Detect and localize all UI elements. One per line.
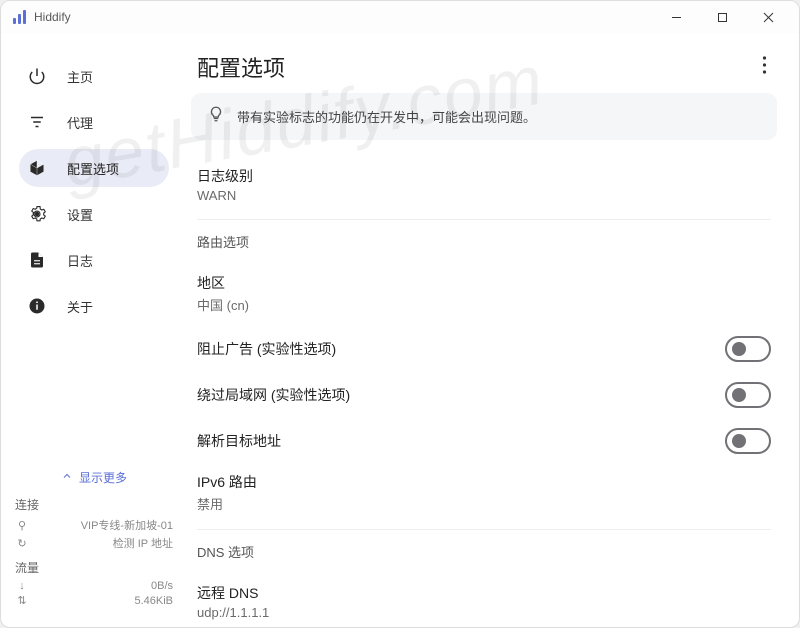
bypass-lan-row[interactable]: 绕过局域网 (实验性选项) — [197, 372, 771, 418]
download-icon: ↓ — [15, 580, 29, 592]
resolve-dest-row[interactable]: 解析目标地址 — [197, 418, 771, 464]
down-speed-value: 0B/s — [151, 580, 173, 592]
sidebar-item-label: 关于 — [67, 297, 93, 316]
titlebar: Hiddify — [1, 1, 799, 33]
sidebar-item-about[interactable]: 关于 — [19, 287, 169, 325]
show-more-label: 显示更多 — [79, 469, 127, 486]
remote-dns-value: udp://1.1.1.1 — [197, 605, 771, 620]
connection-line-value: VIP专线-新加坡-01 — [81, 517, 173, 533]
filter-icon — [27, 112, 47, 132]
traffic-section-label: 流量 — [15, 559, 173, 576]
more-menu-button[interactable] — [758, 52, 771, 83]
window-controls — [661, 3, 787, 31]
close-button[interactable] — [753, 3, 783, 31]
sidebar-item-settings[interactable]: 设置 — [19, 195, 169, 233]
chevron-up-icon — [61, 470, 73, 485]
power-icon — [27, 66, 47, 86]
ipv6-route-value: 禁用 — [197, 494, 771, 513]
body: 主页 代理 配置选项 设置 日志 — [1, 33, 799, 627]
sidebar-item-config[interactable]: 配置选项 — [19, 149, 169, 187]
connection-line-row: ⚲ VIP专线-新加坡-01 — [15, 517, 173, 533]
document-icon — [27, 250, 47, 270]
sidebar-item-home[interactable]: 主页 — [19, 57, 169, 95]
bypass-lan-label: 绕过局域网 (实验性选项) — [197, 385, 725, 405]
sidebar-item-proxy[interactable]: 代理 — [19, 103, 169, 141]
divider — [197, 219, 771, 220]
app-logo-icon — [13, 10, 26, 24]
resolve-dest-switch[interactable] — [725, 428, 771, 454]
lightbulb-icon — [207, 105, 225, 128]
sidebar-item-label: 代理 — [67, 113, 93, 132]
header-row: 配置选项 — [191, 51, 777, 93]
region-label: 地区 — [197, 273, 771, 293]
dns-section-title: DNS 选项 — [197, 542, 771, 575]
maximize-button[interactable] — [707, 3, 737, 31]
divider — [197, 529, 771, 530]
block-ads-switch[interactable] — [725, 336, 771, 362]
info-icon — [27, 296, 47, 316]
sidebar-status: 显示更多 连接 ⚲ VIP专线-新加坡-01 ↻ 检测 IP 地址 流量 ↓ 0… — [1, 455, 187, 627]
block-ads-label: 阻止广告 (实验性选项) — [197, 339, 725, 359]
main-content: 配置选项 带有实验标志的功能仍在开发中，可能会出现问题。 日志级别 WARN 路… — [187, 33, 799, 627]
link-icon: ⚲ — [15, 519, 29, 532]
log-level-label: 日志级别 — [197, 166, 771, 186]
resolve-dest-label: 解析目标地址 — [197, 431, 725, 451]
down-speed-row: ↓ 0B/s — [15, 580, 173, 592]
total-traffic-row: ⇅ 5.46KiB — [15, 594, 173, 607]
log-level-field[interactable]: 日志级别 WARN — [197, 158, 771, 215]
region-value: 中国 (cn) — [197, 295, 771, 314]
sidebar-item-label: 配置选项 — [67, 159, 119, 178]
updown-icon: ⇅ — [15, 594, 29, 607]
sidebar-item-label: 主页 — [67, 67, 93, 86]
ip-check-row[interactable]: ↻ 检测 IP 地址 — [15, 535, 173, 551]
box-icon — [27, 158, 47, 178]
region-field[interactable]: 地区 中国 (cn) — [197, 265, 771, 326]
log-level-value: WARN — [197, 188, 771, 203]
ipv6-route-field[interactable]: IPv6 路由 禁用 — [197, 464, 771, 525]
app-window: getHiddify.com Hiddify 主页 代理 — [0, 0, 800, 628]
titlebar-left: Hiddify — [13, 10, 71, 24]
ipv6-route-label: IPv6 路由 — [197, 472, 771, 492]
minimize-button[interactable] — [661, 3, 691, 31]
sidebar: 主页 代理 配置选项 设置 日志 — [1, 33, 187, 627]
refresh-icon: ↻ — [15, 537, 29, 550]
ip-check-label: 检测 IP 地址 — [113, 535, 173, 551]
nav: 主页 代理 配置选项 设置 日志 — [1, 57, 187, 333]
page-title: 配置选项 — [197, 51, 285, 83]
sidebar-item-logs[interactable]: 日志 — [19, 241, 169, 279]
sidebar-item-label: 日志 — [67, 251, 93, 270]
gear-icon — [27, 204, 47, 224]
remote-dns-field[interactable]: 远程 DNS udp://1.1.1.1 — [197, 575, 771, 620]
banner-text: 带有实验标志的功能仍在开发中，可能会出现问题。 — [237, 107, 536, 126]
app-title: Hiddify — [34, 10, 71, 24]
total-traffic-value: 5.46KiB — [134, 595, 173, 607]
sidebar-item-label: 设置 — [67, 205, 93, 224]
remote-dns-label: 远程 DNS — [197, 583, 771, 603]
block-ads-row[interactable]: 阻止广告 (实验性选项) — [197, 326, 771, 372]
show-more-button[interactable]: 显示更多 — [15, 463, 173, 496]
experimental-banner: 带有实验标志的功能仍在开发中，可能会出现问题。 — [191, 93, 777, 140]
bypass-lan-switch[interactable] — [725, 382, 771, 408]
settings-group: 日志级别 WARN 路由选项 地区 中国 (cn) 阻止广告 (实验性选项) 绕… — [191, 158, 777, 620]
route-section-title: 路由选项 — [197, 232, 771, 265]
connection-section-label: 连接 — [15, 496, 173, 513]
